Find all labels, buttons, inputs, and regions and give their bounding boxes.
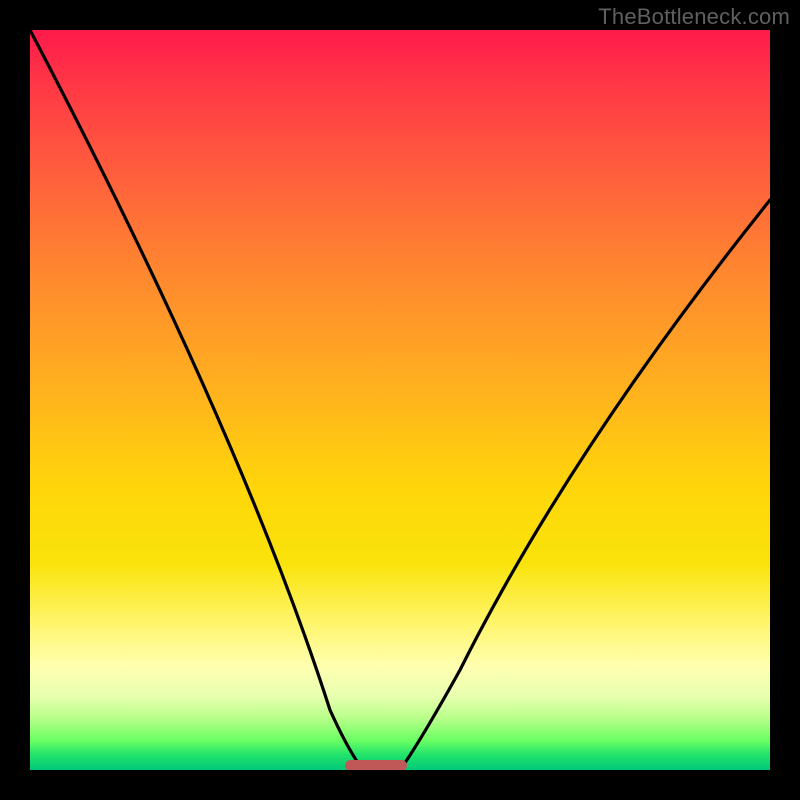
optimal-marker [345, 760, 407, 770]
plot-area [30, 30, 770, 770]
curves-layer [30, 30, 770, 770]
left-curve [30, 30, 363, 770]
right-curve [400, 200, 770, 770]
watermark-text: TheBottleneck.com [598, 4, 790, 30]
chart-frame: TheBottleneck.com [0, 0, 800, 800]
